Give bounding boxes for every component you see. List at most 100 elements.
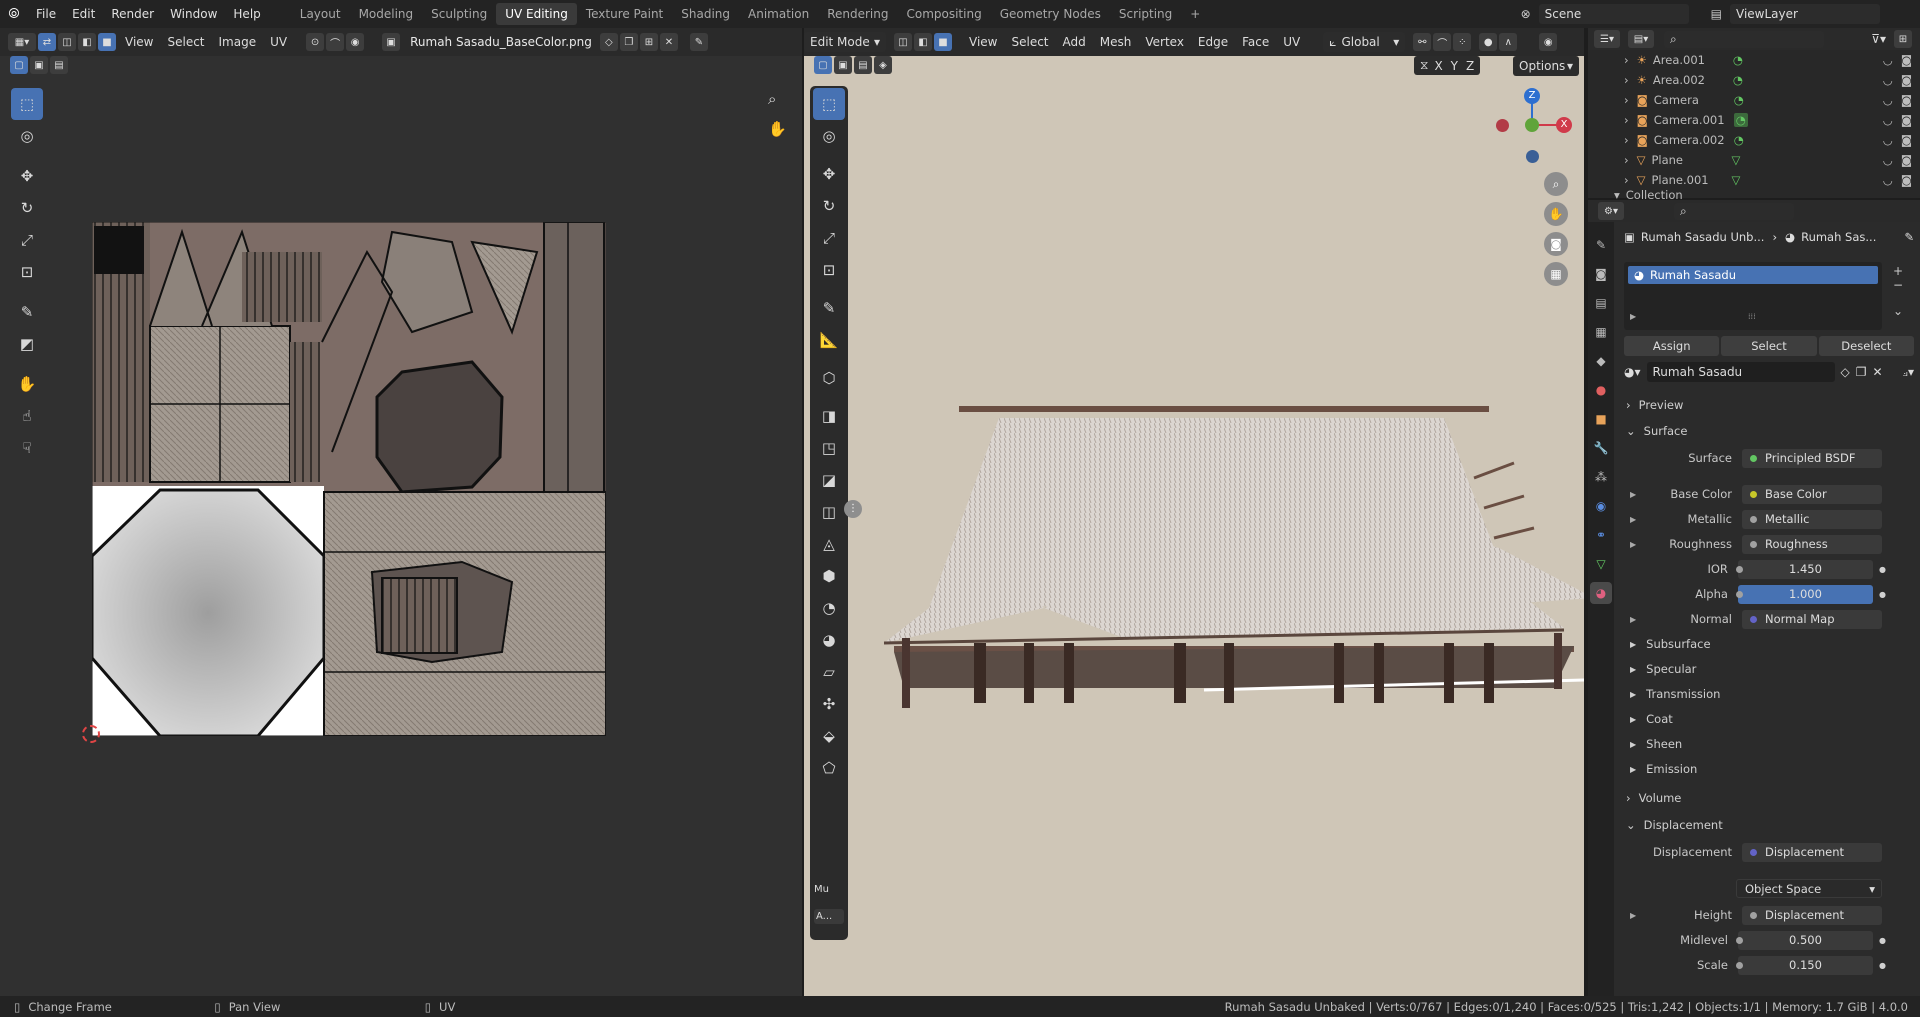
subpanel-specular[interactable]: ▶ Specular <box>1616 658 1886 680</box>
menu-help[interactable]: Help <box>225 7 268 21</box>
proportional-edit-icon[interactable]: ● <box>1479 33 1498 51</box>
hand-pan-icon[interactable]: ✋ <box>1544 202 1568 226</box>
vp-select-box-icon[interactable]: ⬚ <box>813 88 845 120</box>
prop-value[interactable]: Displacement <box>1742 905 1882 925</box>
keyframe-dot-icon[interactable]: ● <box>1879 565 1886 574</box>
expand-icon[interactable]: ▶ <box>1630 540 1636 549</box>
house-model[interactable] <box>874 368 1584 708</box>
outliner-item[interactable]: › ◙ Camera.002 ◔ ◡ ◙ <box>1588 130 1920 150</box>
vp-knife-icon[interactable]: ◬ <box>813 528 845 560</box>
tab-rendering[interactable]: Rendering <box>818 3 897 25</box>
edge-mode-icon[interactable]: ◧ <box>914 33 932 51</box>
outliner-collection[interactable]: ▾ Collection <box>1588 190 1920 200</box>
area-resize-handle-icon[interactable]: ⋮ <box>844 500 862 518</box>
outliner-item[interactable]: › ◙ Camera.001 ◔ ◡ ◙ <box>1588 110 1920 130</box>
gizmo-neg-x[interactable] <box>1496 119 1509 132</box>
uv-menu-uv[interactable]: UV <box>263 35 294 49</box>
section-preview[interactable]: › Preview <box>1616 394 1886 416</box>
fake-user-icon[interactable]: ◇ <box>1841 365 1850 379</box>
slot-menu-icon[interactable]: ⌄ <box>1888 304 1908 318</box>
deselect-button[interactable]: Deselect <box>1818 336 1914 356</box>
vp-menu-edge[interactable]: Edge <box>1191 35 1235 49</box>
face-select-icon[interactable]: ■ <box>98 33 116 51</box>
constraints-tab-icon[interactable]: ⚭ <box>1590 524 1612 546</box>
perspective-toggle-icon[interactable]: ▦ <box>1544 262 1568 286</box>
relax-tool-icon[interactable]: ☝ <box>11 400 43 432</box>
orientation-select[interactable]: ⟀ Global ▾ <box>1323 32 1406 52</box>
select-button[interactable]: Select <box>1721 336 1817 356</box>
tab-sculpting[interactable]: Sculpting <box>422 3 496 25</box>
falloff-icon[interactable]: ∧ <box>1499 33 1518 51</box>
uv-texture-canvas[interactable] <box>92 222 606 736</box>
prop-value[interactable]: Metallic <box>1742 509 1882 529</box>
material-browse-icon[interactable]: ◕▾ <box>1624 365 1641 379</box>
vp-measure-icon[interactable]: 📐 <box>813 324 845 356</box>
vp-inset-icon[interactable]: ◳ <box>813 432 845 464</box>
vp-menu-uv[interactable]: UV <box>1276 35 1307 49</box>
vp-transform-icon[interactable]: ⊡ <box>813 254 845 286</box>
menu-window[interactable]: Window <box>162 7 225 21</box>
add-workspace-button[interactable]: + <box>1181 3 1209 25</box>
uv-menu-view[interactable]: View <box>118 35 160 49</box>
close-image-icon[interactable]: ✕ <box>659 33 678 51</box>
expand-icon[interactable]: › <box>1624 53 1629 67</box>
tab-texture-paint[interactable]: Texture Paint <box>577 3 672 25</box>
copy-material-icon[interactable]: ❐ <box>1856 365 1867 379</box>
subpanel-transmission[interactable]: ▶ Transmission <box>1616 683 1886 705</box>
expand-icon[interactable]: ▶ <box>1630 490 1636 499</box>
vp-select-invert-icon[interactable]: ◈ <box>874 56 892 74</box>
menu-file[interactable]: File <box>28 7 64 21</box>
vp-edge-slide-icon[interactable]: ▱ <box>813 656 845 688</box>
data-tab-icon[interactable]: ▽ <box>1590 553 1612 575</box>
vp-menu-face[interactable]: Face <box>1235 35 1276 49</box>
zoom-icon[interactable]: ⌕ <box>1544 172 1568 196</box>
mirror-x-toggle[interactable]: X <box>1434 59 1442 73</box>
render-camera-icon[interactable]: ◙ <box>1901 113 1912 127</box>
pinch-tool-icon[interactable]: ☟ <box>11 432 43 464</box>
gizmo-z-label[interactable]: Z <box>1524 88 1540 104</box>
menu-edit[interactable]: Edit <box>64 7 103 21</box>
expand-icon[interactable]: › <box>1624 133 1629 147</box>
keyframe-dot-icon[interactable]: ● <box>1879 590 1886 599</box>
scene-tab-icon[interactable]: ◆ <box>1590 350 1612 372</box>
visibility-eye-icon[interactable]: ◡ <box>1883 133 1893 147</box>
render-camera-icon[interactable]: ◙ <box>1901 173 1912 187</box>
select-extend-icon[interactable]: ▣ <box>30 56 48 74</box>
last-op-button[interactable]: A... <box>814 909 844 924</box>
vertex-select-icon[interactable]: ◫ <box>58 33 76 51</box>
face-mode-icon[interactable]: ■ <box>934 33 952 51</box>
object-tab-icon[interactable]: ■ <box>1590 408 1612 430</box>
vp-cursor-icon[interactable]: ◎ <box>813 120 845 152</box>
vertex-mode-icon[interactable]: ◫ <box>894 33 912 51</box>
select-box-tool-icon[interactable]: ⬚ <box>11 88 43 120</box>
expand-icon[interactable]: › <box>1624 113 1629 127</box>
prop-value[interactable]: Normal Map <box>1742 609 1882 629</box>
physics-tab-icon[interactable]: ◉ <box>1590 495 1612 517</box>
blender-logo-icon[interactable]: ⦾ <box>0 6 28 22</box>
outliner-item[interactable]: › ☀ Area.002 ◔ ◡ ◙ <box>1588 70 1920 90</box>
view-layer-field[interactable]: ViewLayer <box>1730 4 1880 24</box>
view-layer-tab-icon[interactable]: ▦ <box>1590 321 1612 343</box>
edge-select-icon[interactable]: ◧ <box>78 33 96 51</box>
section-surface[interactable]: ⌄ Surface <box>1616 420 1886 442</box>
link-menu-icon[interactable]: ⟓▾ <box>1902 365 1914 380</box>
visibility-eye-icon[interactable]: ◡ <box>1883 113 1893 127</box>
mode-select[interactable]: Edit Mode ▾ <box>804 32 886 52</box>
properties-search[interactable]: ⌕ <box>1674 202 1794 220</box>
expand-icon[interactable]: ▶ <box>1630 911 1636 920</box>
vp-menu-mesh[interactable]: Mesh <box>1093 35 1139 49</box>
list-expand-icon[interactable]: ▶ <box>1630 312 1636 321</box>
subpanel-emission[interactable]: ▶ Emission <box>1616 758 1886 780</box>
expand-icon[interactable]: › <box>1624 73 1629 87</box>
gizmo-neg-z[interactable] <box>1526 150 1539 163</box>
render-camera-icon[interactable]: ◙ <box>1901 93 1912 107</box>
expand-icon[interactable]: › <box>1624 93 1629 107</box>
expand-icon[interactable]: ▶ <box>1630 515 1636 524</box>
outliner-search[interactable]: ⌕ <box>1664 30 1824 48</box>
vp-loop-cut-icon[interactable]: ◫ <box>813 496 845 528</box>
filter-icon[interactable]: ⊽▾ <box>1871 32 1886 46</box>
keyframe-dot-icon[interactable]: ● <box>1879 961 1886 970</box>
world-tab-icon[interactable]: ● <box>1590 379 1612 401</box>
vp-spin-icon[interactable]: ◔ <box>813 592 845 624</box>
tool-tab-icon[interactable]: ✎ <box>1590 234 1612 256</box>
